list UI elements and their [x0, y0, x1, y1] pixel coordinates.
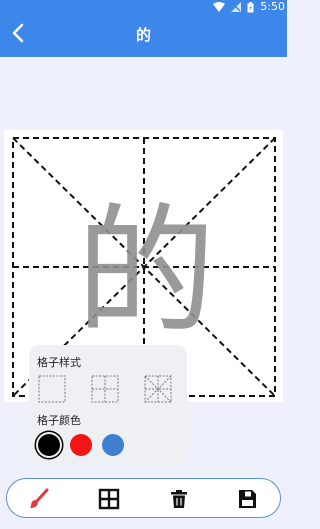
- color-swatch-black[interactable]: [38, 434, 60, 456]
- battery-icon: [247, 1, 254, 13]
- brush-button[interactable]: [25, 485, 53, 513]
- save-icon: [239, 490, 256, 508]
- back-button[interactable]: [4, 20, 32, 50]
- trash-icon: [171, 490, 187, 508]
- grid-style-mi[interactable]: [144, 375, 172, 403]
- chevron-left-icon: [11, 23, 25, 47]
- grid-style-label: 格子样式: [37, 356, 81, 369]
- grid-icon: [98, 488, 120, 510]
- app-bar: 的: [0, 14, 287, 57]
- handwritten-character: 的: [76, 191, 216, 354]
- color-swatch-blue[interactable]: [102, 434, 124, 456]
- signal-off-icon: [231, 2, 242, 12]
- brush-icon: [30, 488, 49, 508]
- bottom-toolbar: [6, 478, 281, 518]
- wifi-icon: [213, 2, 226, 12]
- grid-color-label: 格子颜色: [37, 414, 81, 427]
- delete-button[interactable]: [165, 485, 193, 513]
- color-swatch-red[interactable]: [70, 434, 92, 456]
- tian-grid-icon: [91, 375, 119, 403]
- status-bar: 5:50: [0, 0, 287, 14]
- grid-style-blank[interactable]: [38, 375, 66, 403]
- grid-button[interactable]: [95, 485, 123, 513]
- blank-grid-icon: [38, 375, 66, 403]
- save-button[interactable]: [233, 485, 261, 513]
- mi-grid-icon: [144, 375, 172, 403]
- status-icons: 5:50: [213, 0, 287, 14]
- status-time: 5:50: [260, 0, 285, 13]
- grid-style-tian[interactable]: [91, 375, 119, 403]
- page-title: 的: [135, 26, 151, 44]
- grid-options-panel: 格子样式 格子颜色: [29, 345, 187, 465]
